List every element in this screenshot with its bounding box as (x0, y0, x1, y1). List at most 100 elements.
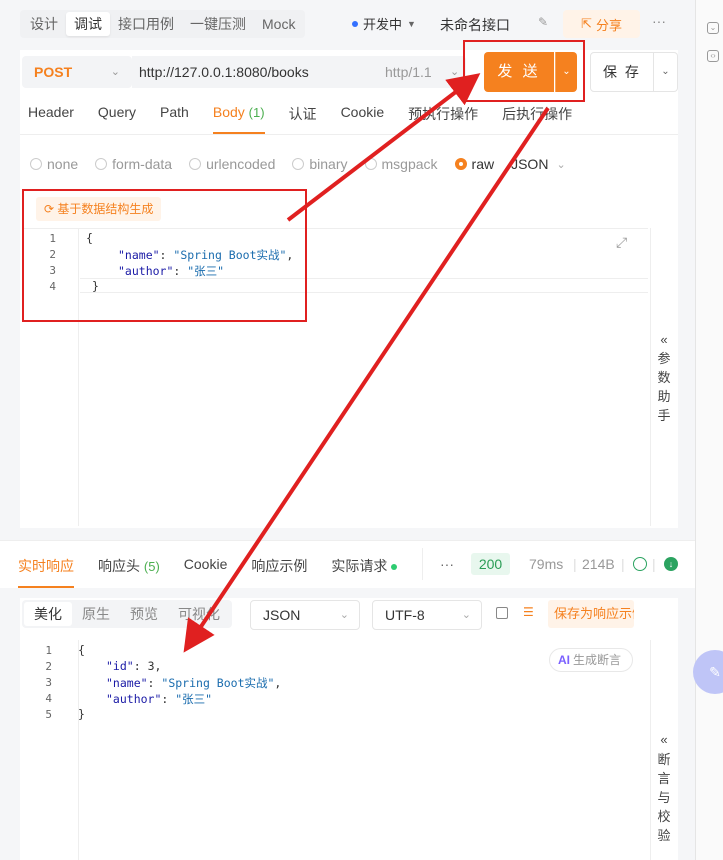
save-dropdown-button[interactable]: ⌄ (654, 52, 678, 92)
request-tabs: Header Query Path Body (1) 认证 Cookie 预执行… (28, 104, 596, 134)
api-name[interactable]: 未命名接口 (440, 15, 510, 35)
tab-debug[interactable]: 调试 (66, 12, 110, 36)
line-number: 3 (45, 676, 52, 689)
share-icon: ⇱ (581, 16, 592, 31)
save-list-icon: ☰ (523, 605, 534, 619)
radio-raw[interactable]: raw (454, 156, 494, 172)
chevron-down-icon: ⌄ (556, 158, 566, 171)
share-button[interactable]: ⇱ 分享 (563, 10, 640, 38)
assertion-label-char: 与 (657, 790, 671, 805)
view-pretty[interactable]: 美化 (24, 602, 72, 626)
tab-post-script[interactable]: 后执行操作 (502, 104, 572, 134)
status-badge: 200 (471, 553, 510, 575)
tab-response-cookie[interactable]: Cookie (184, 556, 228, 588)
view-raw[interactable]: 原生 (72, 602, 120, 626)
status-dot-icon (352, 20, 358, 27)
radio-form-data[interactable]: form-data (95, 156, 172, 172)
save-button[interactable]: 保 存 (590, 52, 654, 92)
environment-selector[interactable]: 开发中 ▼ (352, 14, 416, 33)
assistant-label-char: 手 (657, 408, 671, 423)
tab-auth[interactable]: 认证 (289, 104, 317, 134)
view-preview[interactable]: 预览 (120, 602, 168, 626)
divider (20, 134, 678, 135)
chevron-down-icon: ⌄ (461, 609, 471, 621)
edit-icon[interactable]: ✎ (538, 15, 548, 29)
ai-generate-assertion-button[interactable]: AI 生成断言 (549, 648, 633, 672)
tab-live-response[interactable]: 实时响应 (18, 556, 74, 588)
tab-design[interactable]: 设计 (22, 12, 66, 36)
assistant-label-char: 数 (657, 370, 671, 385)
tab-actual-request[interactable]: 实际请求 (331, 556, 398, 588)
tab-body[interactable]: Body (1) (212, 104, 265, 134)
divider (422, 548, 423, 580)
collapse-icon: « (660, 332, 668, 347)
format-select[interactable]: JSON ⌄ (250, 600, 360, 630)
save-as-example-button[interactable]: 保存为响应示例 (548, 600, 634, 628)
encoding-select[interactable]: UTF-8 ⌄ (372, 600, 482, 630)
chevron-down-icon: ⌄ (339, 609, 349, 621)
url-text: http://127.0.0.1:8080/books (139, 64, 309, 80)
code-line: "author": "张三" (106, 692, 213, 706)
tab-response-headers[interactable]: 响应头 (5) (98, 556, 160, 588)
response-panel (20, 598, 678, 860)
radio-binary[interactable]: binary (292, 156, 348, 172)
status-dot-icon (391, 564, 398, 571)
code-line: "name": "Spring Boot实战", (106, 676, 282, 690)
share-label: 分享 (595, 17, 622, 33)
tab-stress-test[interactable]: 一键压测 (182, 12, 254, 36)
right-rail (695, 0, 723, 860)
rail-expand-icon[interactable]: ⌄ (707, 22, 719, 34)
assistant-label-char: 助 (657, 389, 671, 404)
line-number: 5 (45, 708, 52, 721)
tab-path[interactable]: Path (160, 104, 189, 134)
view-mode-group: 美化 原生 预览 可视化 (22, 600, 232, 628)
tab-pre-script[interactable]: 预执行操作 (408, 104, 478, 134)
response-tabs: 实时响应 响应头 (5) Cookie 响应示例 实际请求 (18, 556, 421, 588)
assertion-label-char: 断 (657, 752, 671, 767)
line-gutter (22, 640, 79, 860)
environment-label: 开发中 (363, 17, 403, 32)
http-version-select[interactable]: http/1.1 (385, 64, 432, 80)
more-icon[interactable]: ··· (652, 13, 666, 29)
method-label: POST (34, 64, 73, 80)
separator: | (621, 556, 625, 572)
content-type-select[interactable]: JSON ⌄ (511, 156, 566, 172)
expand-icon[interactable]: ⤢ (616, 234, 627, 251)
rail-code-icon[interactable]: ‹› (707, 50, 719, 62)
chevron-down-icon: ⌄ (450, 66, 460, 78)
annotation-box-send (463, 40, 585, 102)
code-line: "id": 3, (106, 659, 162, 673)
response-size: 214B (582, 556, 615, 572)
collapse-icon: « (660, 732, 668, 747)
radio-none[interactable]: none (30, 156, 78, 172)
tab-query[interactable]: Query (98, 104, 136, 134)
method-select[interactable]: POST ⌄ (22, 56, 132, 88)
assistant-label-char: 参 (657, 351, 671, 366)
tab-header[interactable]: Header (28, 104, 74, 134)
tab-response-example[interactable]: 响应示例 (251, 556, 307, 588)
tab-cookie[interactable]: Cookie (341, 104, 385, 134)
ai-icon: AI (558, 653, 570, 667)
tab-mock[interactable]: Mock (254, 12, 303, 36)
globe-icon[interactable] (633, 557, 647, 571)
radio-urlencoded[interactable]: urlencoded (189, 156, 275, 172)
body-type-group: none form-data urlencoded binary msgpack… (30, 156, 566, 172)
line-number: 1 (45, 644, 52, 657)
code-line: { (78, 643, 85, 657)
assertion-label-char: 校 (657, 809, 671, 824)
assertion-label-char: 言 (657, 771, 671, 786)
tab-cases[interactable]: 接口用例 (110, 12, 182, 36)
separator: | (573, 556, 577, 572)
mode-tabs: 设计 调试 接口用例 一键压测 Mock (20, 10, 306, 38)
assertion-label-char: 验 (657, 828, 671, 843)
line-number: 2 (45, 660, 52, 673)
view-visualize[interactable]: 可视化 (168, 602, 230, 626)
chevron-down-icon: ⌄ (110, 66, 120, 78)
radio-msgpack[interactable]: msgpack (364, 156, 438, 172)
line-number: 4 (45, 692, 52, 705)
chevron-down-icon: ▼ (407, 18, 416, 29)
copy-icon[interactable] (496, 607, 508, 619)
annotation-box-body (22, 189, 307, 322)
download-icon[interactable]: ↓ (664, 557, 678, 571)
more-icon[interactable]: ··· (440, 556, 454, 572)
